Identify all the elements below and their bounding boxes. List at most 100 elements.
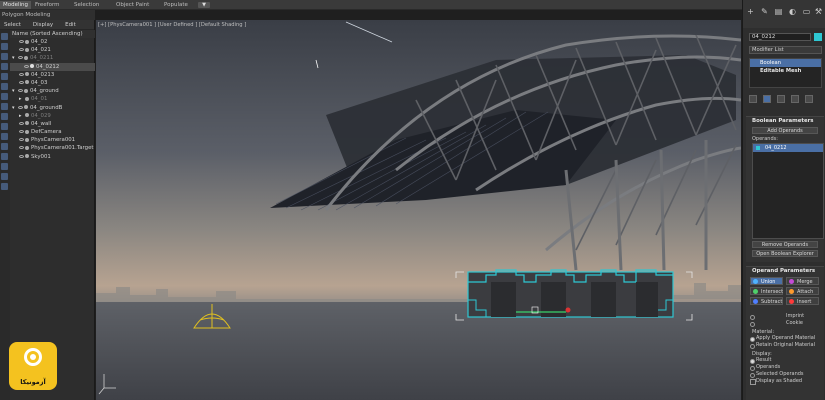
filter-geometry-icon[interactable]: [1, 33, 8, 40]
cookie-checkbox[interactable]: Cookie: [746, 320, 824, 327]
show-end-result-icon[interactable]: [762, 95, 771, 103]
stack-item-editable-mesh[interactable]: Editable Mesh: [750, 67, 821, 75]
filter-groups-icon[interactable]: [1, 93, 8, 100]
display-result-radio[interactable]: Result: [746, 357, 824, 364]
ribbon-dropdown[interactable]: ▼: [198, 2, 210, 8]
modify-icon[interactable]: ✎: [760, 7, 769, 16]
list-item[interactable]: 04_02: [10, 38, 95, 46]
list-item[interactable]: PhysCamera001: [10, 136, 95, 144]
viewport[interactable]: [+] [PhysCamera001 ] [User Defined ] [De…: [96, 20, 741, 400]
filter-none-icon[interactable]: [1, 163, 8, 170]
display-as-shaded-checkbox[interactable]: Display as Shaded: [746, 378, 824, 385]
apply-operand-material-radio[interactable]: Apply Operand Material: [746, 335, 824, 342]
filter-cameras-icon[interactable]: [1, 63, 8, 70]
list-item[interactable]: PhysCamera001.Target: [10, 144, 95, 152]
list-item[interactable]: 04_0213: [10, 71, 95, 79]
add-operands-button[interactable]: Add Operands: [752, 127, 818, 134]
expand-arrow-icon[interactable]: ▸: [19, 112, 25, 120]
list-item[interactable]: 04_03: [10, 79, 95, 87]
make-unique-icon[interactable]: [776, 95, 785, 103]
stack-item-boolean[interactable]: Boolean: [750, 59, 821, 67]
operand-item[interactable]: 04_0212: [753, 144, 823, 152]
visibility-icon[interactable]: [19, 121, 24, 125]
pin-stack-icon[interactable]: [749, 95, 757, 103]
polygon-modeling-bar[interactable]: Polygon Modeling: [0, 10, 95, 20]
list-item[interactable]: ▾ 04_0211: [10, 54, 95, 62]
list-header[interactable]: Name (Sorted Ascending): [10, 30, 95, 38]
expand-arrow-icon[interactable]: ▾: [12, 54, 18, 62]
visibility-icon[interactable]: [19, 146, 24, 150]
item-label: 04_ground: [30, 88, 59, 95]
filter-all-icon[interactable]: [1, 153, 8, 160]
visibility-icon[interactable]: [19, 48, 24, 52]
merge-button[interactable]: Merge: [786, 277, 819, 285]
visibility-icon[interactable]: [18, 89, 23, 93]
display-selected-operands-radio[interactable]: Selected Operands: [746, 371, 824, 378]
motion-icon[interactable]: ◐: [788, 7, 797, 16]
menu-edit[interactable]: Edit: [65, 22, 76, 28]
filter-xrefs-icon[interactable]: [1, 103, 8, 110]
intersect-button[interactable]: Intersect: [750, 287, 783, 295]
boolean-params-title[interactable]: Boolean Parameters: [746, 117, 824, 125]
filter-helpers-icon[interactable]: [1, 73, 8, 80]
subtract-button[interactable]: Subtract: [750, 297, 783, 305]
boolean-object[interactable]: [467, 269, 674, 318]
remove-modifier-icon[interactable]: [790, 95, 799, 103]
list-item[interactable]: ▸ 04_01: [10, 95, 95, 103]
tab-modeling[interactable]: Modeling: [0, 1, 32, 9]
light-helper-icon[interactable]: [193, 304, 231, 329]
open-boolean-explorer-button[interactable]: Open Boolean Explorer: [752, 250, 818, 257]
subtract-icon: [753, 299, 758, 304]
visibility-icon[interactable]: [19, 138, 24, 142]
tab-object-paint[interactable]: Object Paint: [116, 1, 149, 9]
filter-lights-icon[interactable]: [1, 53, 8, 60]
visibility-icon[interactable]: [19, 80, 24, 84]
operands-list[interactable]: 04_0212: [752, 143, 824, 239]
remove-operands-button[interactable]: Remove Operands: [752, 241, 818, 248]
imprint-checkbox[interactable]: Imprint: [746, 313, 824, 320]
retain-original-material-radio[interactable]: Retain Original Material: [746, 342, 824, 349]
filter-warps-icon[interactable]: [1, 83, 8, 90]
filter-frozen-icon[interactable]: [1, 133, 8, 140]
filter-shapes-icon[interactable]: [1, 43, 8, 50]
list-item[interactable]: DefCamera: [10, 128, 95, 136]
list-item-selected[interactable]: 04_0212: [10, 62, 95, 71]
list-item[interactable]: 04_021: [10, 46, 95, 54]
visibility-icon[interactable]: [18, 56, 23, 60]
visibility-icon[interactable]: [18, 105, 23, 109]
display-operands-radio[interactable]: Operands: [746, 364, 824, 371]
utilities-icon[interactable]: ⚒: [814, 7, 823, 16]
tab-freeform[interactable]: Freeform: [35, 1, 60, 9]
list-item[interactable]: ▾ 04_groundB: [10, 104, 95, 112]
list-item[interactable]: 04_wall: [10, 120, 95, 128]
insert-button[interactable]: Insert: [786, 297, 819, 305]
expand-arrow-icon[interactable]: ▾: [12, 87, 18, 95]
list-item[interactable]: Sky001: [10, 153, 95, 161]
object-color-swatch[interactable]: [814, 33, 822, 41]
menu-display[interactable]: Display: [33, 22, 53, 28]
visibility-icon[interactable]: [19, 154, 24, 158]
filter-hidden-icon[interactable]: [1, 143, 8, 150]
modifier-list-dropdown[interactable]: Modifier List: [749, 46, 822, 54]
attach-button[interactable]: Attach: [786, 287, 819, 295]
visibility-icon[interactable]: [19, 72, 24, 76]
configure-sets-icon[interactable]: [804, 95, 813, 103]
filter-containers-icon[interactable]: [1, 123, 8, 130]
hierarchy-icon[interactable]: ▤: [774, 7, 783, 16]
list-item[interactable]: ▾ 04_ground: [10, 87, 95, 95]
union-button[interactable]: Union: [750, 277, 783, 285]
display-icon[interactable]: ▭: [802, 7, 811, 16]
visibility-icon[interactable]: [19, 40, 24, 43]
filter-invert-icon[interactable]: [1, 173, 8, 180]
object-name-field[interactable]: 04_0212: [749, 33, 811, 41]
tab-populate[interactable]: Populate: [164, 1, 188, 9]
menu-select[interactable]: Select: [4, 22, 21, 28]
tab-selection[interactable]: Selection: [74, 1, 99, 9]
sync-selection-icon[interactable]: [1, 183, 8, 190]
visibility-icon[interactable]: [19, 130, 24, 134]
operand-params-title[interactable]: Operand Parameters: [746, 267, 824, 275]
list-item[interactable]: ▸ 04_029: [10, 112, 95, 120]
filter-bones-icon[interactable]: [1, 113, 8, 120]
create-icon[interactable]: +: [746, 7, 755, 16]
visibility-icon[interactable]: [24, 64, 29, 68]
